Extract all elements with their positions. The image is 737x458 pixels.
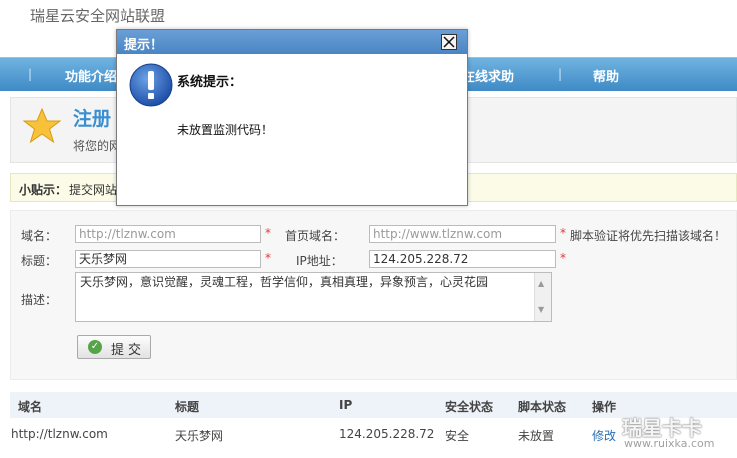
submit-button[interactable]: ✓ 提交 xyxy=(77,335,151,359)
domain-input[interactable]: http://tlznw.com xyxy=(75,225,261,243)
description-label: 描述： xyxy=(21,293,58,307)
tips-text: 提交网站 xyxy=(69,183,118,197)
dialog-title: 提示！ xyxy=(124,38,164,53)
domain-label: 域名： xyxy=(21,229,58,243)
title-input[interactable]: 天乐梦网 xyxy=(75,250,261,268)
nav-item-help[interactable]: 帮助 xyxy=(593,66,619,85)
column-header: 操作 xyxy=(592,400,617,414)
star-icon xyxy=(23,107,61,144)
column-header: 域名 xyxy=(18,400,43,414)
exclamation-icon xyxy=(129,63,173,107)
dialog-heading: 系统提示： xyxy=(177,75,243,90)
alert-dialog: 提示！ 系统提示： 未放置监测代码！ xyxy=(116,29,468,206)
tips-label: 小贴示： xyxy=(19,183,68,197)
ip-input[interactable]: 124.205.228.72 xyxy=(369,250,556,268)
cell-script-status: 未放置 xyxy=(518,429,555,443)
watermark: 瑞星卡卡 www.ruixka.com xyxy=(618,410,737,458)
home-domain-label: 首页域名： xyxy=(285,229,346,243)
column-header: 安全状态 xyxy=(445,400,494,414)
home-domain-hint: 脚本验证将优先扫描该域名！ xyxy=(570,229,727,243)
description-text: 天乐梦网，意识觉醒，灵魂工程，哲学信仰，真相真理，异象预言，心灵花园 xyxy=(80,275,489,289)
watermark-url: www.ruixka.com xyxy=(624,437,715,450)
dialog-body: 系统提示： 未放置监测代码！ xyxy=(117,54,467,205)
ip-label: IP地址： xyxy=(296,254,343,268)
close-button[interactable] xyxy=(441,34,457,50)
column-header: 标题 xyxy=(175,400,200,414)
cell-domain: http://tlznw.com xyxy=(11,427,108,441)
edit-link[interactable]: 修改 xyxy=(592,427,616,444)
required-mark: * xyxy=(265,251,271,265)
dialog-titlebar[interactable]: 提示！ xyxy=(117,30,467,54)
site-title: 瑞星云安全网站联盟 xyxy=(30,7,166,25)
close-icon xyxy=(443,36,455,48)
submit-label: 提交 xyxy=(111,343,146,358)
scroll-up-icon[interactable]: ▲ xyxy=(538,276,544,292)
title-label: 标题： xyxy=(21,254,58,268)
register-description: 将您的网 xyxy=(73,139,122,153)
column-header: IP xyxy=(339,398,353,412)
register-title: 注册 xyxy=(73,108,112,130)
nav-item-online-help[interactable]: 在线求助 xyxy=(462,66,514,85)
scroll-down-icon[interactable]: ▼ xyxy=(538,302,544,318)
required-mark: * xyxy=(560,251,566,265)
checkmark-icon: ✓ xyxy=(88,340,102,354)
description-textarea[interactable]: 天乐梦网，意识觉醒，灵魂工程，哲学信仰，真相真理，异象预言，心灵花园 ▲ ▼ xyxy=(75,272,552,322)
cell-ip: 124.205.228.72 xyxy=(339,427,435,441)
nav-separator: | xyxy=(558,67,563,81)
nav-item-features[interactable]: 功能介绍 xyxy=(65,66,117,85)
home-domain-input[interactable]: http://www.tlznw.com xyxy=(369,225,556,243)
required-mark: * xyxy=(265,226,271,240)
cell-security-status: 安全 xyxy=(445,429,470,443)
required-mark: * xyxy=(560,226,566,240)
column-header: 脚本状态 xyxy=(518,400,567,414)
dialog-message: 未放置监测代码！ xyxy=(177,123,274,137)
cell-title: 天乐梦网 xyxy=(175,429,224,443)
textarea-scrollbar[interactable]: ▲ ▼ xyxy=(534,273,551,321)
nav-separator: | xyxy=(28,67,33,81)
